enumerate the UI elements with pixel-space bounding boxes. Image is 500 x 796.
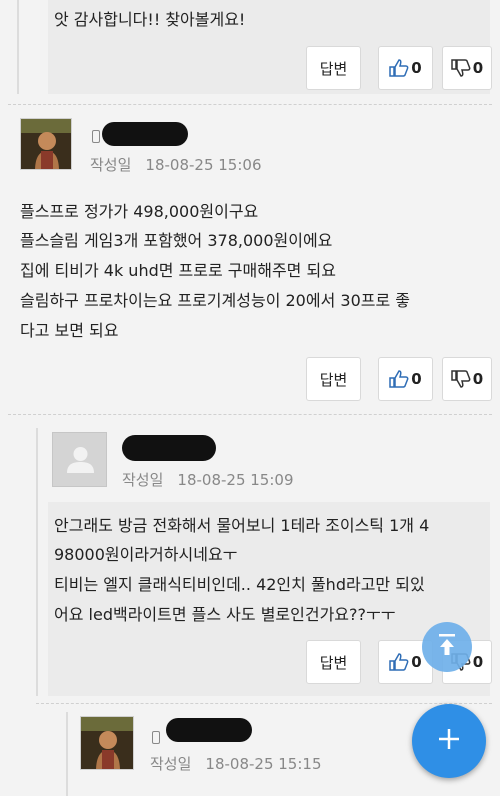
dislike-button[interactable]: 0 bbox=[442, 46, 492, 90]
redacted-username bbox=[166, 718, 252, 742]
comment-text-line: 98000원이라거하시네요ㅜ bbox=[54, 545, 238, 564]
reply-button[interactable]: 답변 bbox=[306, 357, 361, 401]
comment-text: 앗 감사합니다!! 찾아볼게요! bbox=[54, 10, 246, 29]
dislike-button[interactable]: 0 bbox=[442, 357, 492, 401]
mobile-phone-icon bbox=[152, 731, 160, 744]
comment-date: 18-08-25 15:15 bbox=[205, 755, 322, 773]
avatar[interactable] bbox=[80, 716, 134, 770]
date-label: 작성일 bbox=[122, 471, 164, 489]
like-count: 0 bbox=[411, 370, 422, 388]
user-silhouette-icon[interactable] bbox=[52, 432, 107, 487]
redacted-username bbox=[122, 435, 216, 461]
like-count: 0 bbox=[411, 653, 422, 671]
reply-button[interactable]: 답변 bbox=[306, 46, 361, 90]
thread-indent-line bbox=[36, 428, 38, 696]
thread-indent-line bbox=[66, 712, 68, 796]
thumbs-up-icon bbox=[389, 653, 409, 671]
comment-divider bbox=[8, 104, 492, 105]
comment-divider bbox=[36, 703, 492, 704]
thumbs-up-icon bbox=[389, 370, 409, 388]
thread-indent-line bbox=[17, 0, 19, 94]
comment-meta: 작성일 18-08-25 15:09 bbox=[122, 469, 294, 490]
comment-text-line: 집에 티비가 4k uhd면 프로로 구매해주면 되요 bbox=[20, 261, 336, 280]
comment-text-line: 어요 led백라이트면 플스 사도 별로인건가요??ㅜㅜ bbox=[54, 605, 396, 624]
comment-date: 18-08-25 15:06 bbox=[145, 156, 262, 174]
comment-text-line: 슬림하구 프로차이는요 프로기계성능이 20에서 30프로 좋 bbox=[20, 291, 410, 310]
plus-icon bbox=[438, 728, 460, 754]
comment-date: 18-08-25 15:09 bbox=[177, 471, 294, 489]
thumbs-up-icon bbox=[389, 59, 409, 77]
avatar[interactable] bbox=[20, 118, 72, 170]
comment-text-line: 안그래도 방금 전화해서 물어보니 1테라 조이스틱 1개 4 bbox=[54, 516, 430, 535]
comment-text-line: 다고 보면 되요 bbox=[20, 321, 119, 340]
arrow-up-icon bbox=[436, 633, 458, 661]
comment-divider bbox=[8, 414, 492, 415]
scroll-to-top-button[interactable] bbox=[422, 622, 472, 672]
reply-button[interactable]: 답변 bbox=[306, 640, 361, 684]
thumbs-down-icon bbox=[451, 370, 471, 388]
add-button[interactable] bbox=[412, 704, 486, 778]
date-label: 작성일 bbox=[150, 755, 192, 773]
thumbs-down-icon bbox=[451, 59, 471, 77]
dislike-count: 0 bbox=[472, 653, 484, 671]
like-button[interactable]: 0 bbox=[378, 357, 433, 401]
comment-text-line: 플스프로 정가가 498,000원이구요 bbox=[20, 202, 259, 221]
dislike-count: 0 bbox=[472, 59, 484, 77]
date-label: 작성일 bbox=[90, 156, 132, 174]
comment-text-line: 티비는 엘지 클래식티비인데.. 42인치 풀hd라고만 되있 bbox=[54, 575, 425, 594]
comment-meta: 작성일 18-08-25 15:15 bbox=[150, 753, 322, 774]
like-count: 0 bbox=[411, 59, 422, 77]
mobile-phone-icon bbox=[92, 130, 100, 143]
redacted-username bbox=[102, 122, 188, 146]
dislike-count: 0 bbox=[472, 370, 484, 388]
comment-text-line: 플스슬림 게임3개 포함했어 378,000원이에요 bbox=[20, 231, 333, 250]
comment-meta: 작성일 18-08-25 15:06 bbox=[90, 154, 262, 175]
like-button[interactable]: 0 bbox=[378, 46, 433, 90]
